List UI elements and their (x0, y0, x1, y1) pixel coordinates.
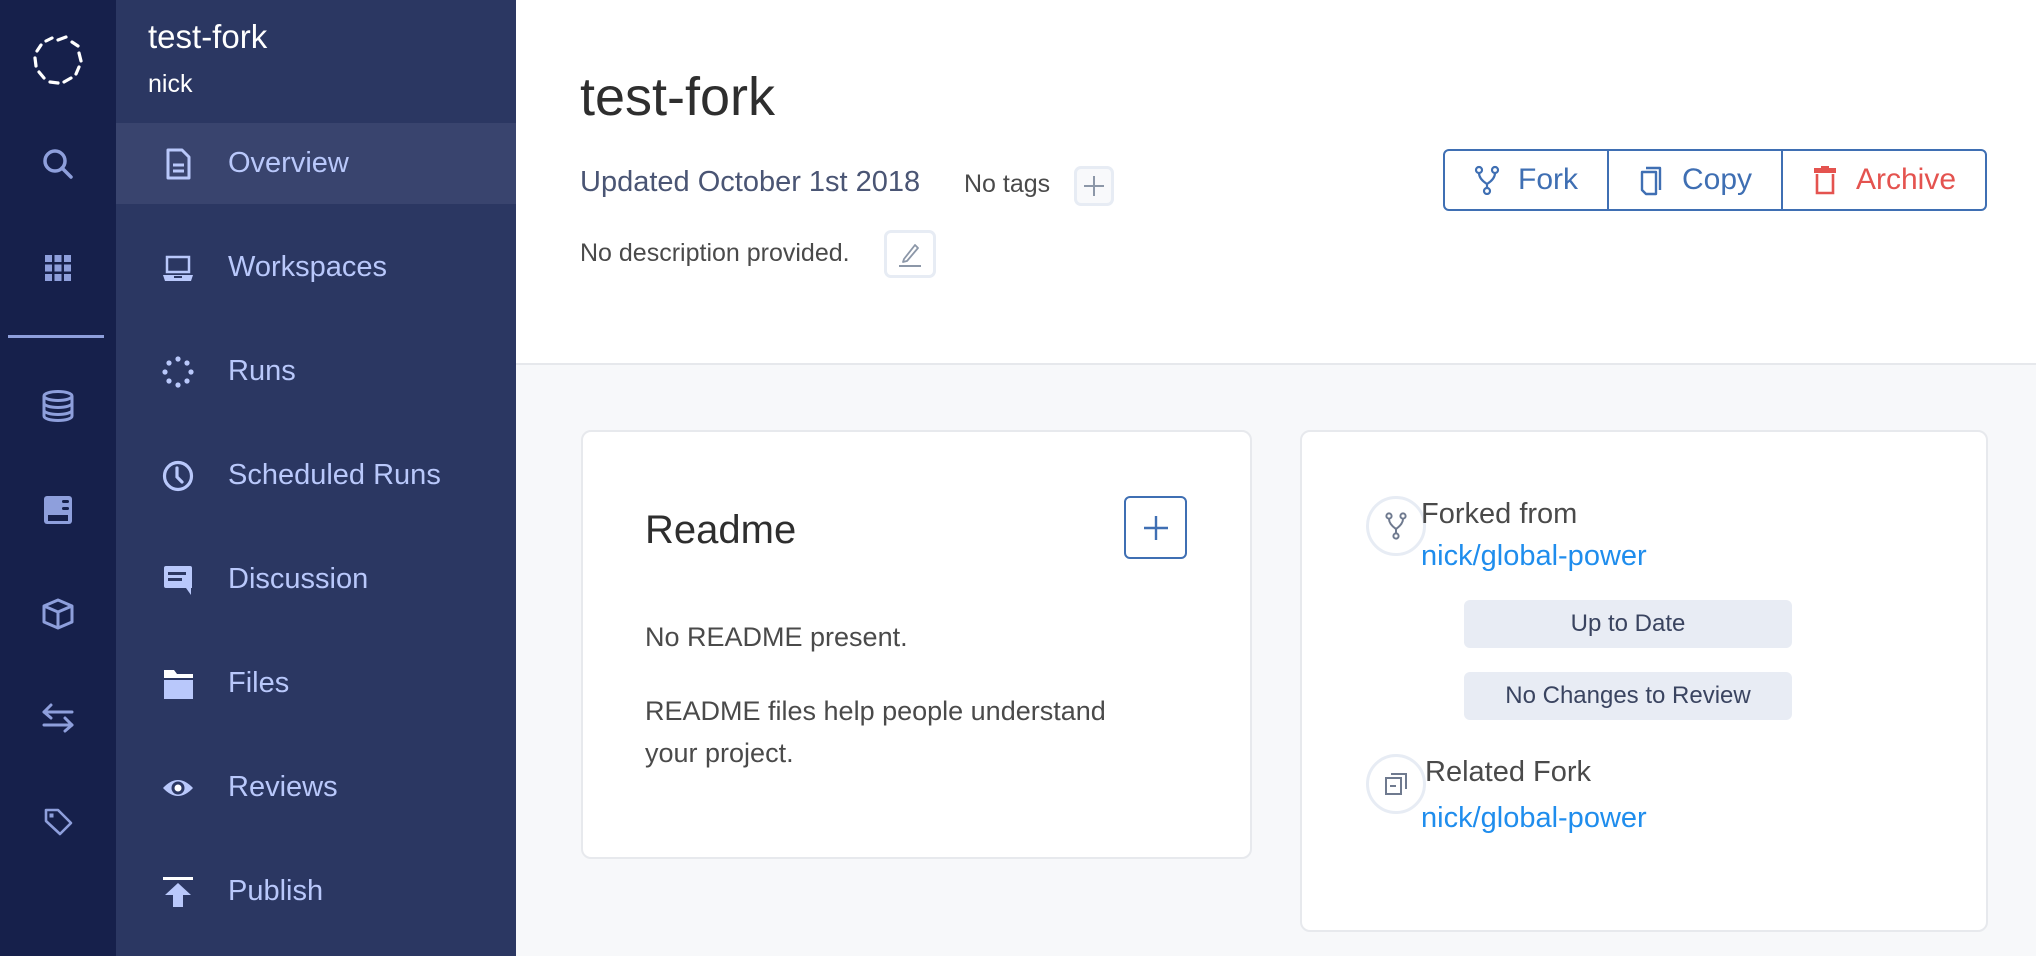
chat-bubble-icon (160, 562, 196, 598)
related-copies-icon (1385, 773, 1407, 795)
sidebar-project-name[interactable]: test-fork (148, 18, 267, 56)
fork-button[interactable]: Fork (1445, 151, 1607, 209)
database-icon (42, 390, 74, 423)
rail-apps-button[interactable] (0, 238, 116, 298)
copy-button-label: Copy (1681, 163, 1753, 196)
related-fork-badge (1366, 754, 1426, 814)
rail-environments-button[interactable] (0, 480, 116, 540)
cube-icon (42, 598, 74, 630)
laptop-icon (160, 250, 196, 286)
tag-icon (44, 808, 73, 836)
brand-logo[interactable] (0, 30, 116, 90)
server-panel-icon (44, 496, 72, 524)
folder-icon (160, 666, 196, 702)
rail-search-button[interactable] (0, 134, 116, 194)
project-header: test-fork Updated October 1st 2018 No ta… (516, 0, 2036, 365)
fork-info-card: Forked from nick/global-power Up to Date… (1300, 430, 1988, 932)
sidebar-item-label: Discussion (228, 563, 369, 595)
upload-icon (160, 874, 196, 910)
trash-icon (1813, 166, 1836, 195)
page-title: test-fork (580, 67, 776, 127)
updated-date: Updated October 1st 2018 (580, 166, 921, 198)
icon-rail (0, 0, 116, 956)
sidebar-item-label: Runs (228, 355, 296, 387)
rail-models-button[interactable] (0, 584, 116, 644)
sidebar-item-label: Publish (228, 875, 324, 907)
fork-button-label: Fork (1518, 163, 1578, 196)
search-icon (43, 149, 73, 179)
up-to-date-button[interactable]: Up to Date (1464, 600, 1792, 648)
edit-description-button[interactable] (884, 230, 936, 278)
sidebar-item-reviews[interactable]: Reviews (116, 747, 516, 828)
readme-help-text: README files help people understand your… (645, 696, 1106, 768)
rail-tags-button[interactable] (0, 792, 116, 852)
archive-button[interactable]: Archive (1781, 151, 1985, 209)
copy-icon (1640, 166, 1662, 196)
forked-from-label: Forked from (1421, 498, 1578, 530)
spinner-dots-icon (160, 354, 196, 390)
description-text: No description provided. (580, 239, 850, 267)
rail-data-button[interactable] (0, 376, 116, 436)
eye-icon (160, 770, 196, 806)
sidebar-item-label: Files (228, 667, 290, 699)
sidebar-item-label: Scheduled Runs (228, 459, 441, 491)
sidebar-item-publish[interactable]: Publish (116, 851, 516, 932)
sidebar-item-scheduled-runs[interactable]: Scheduled Runs (116, 435, 516, 516)
swap-arrows-icon (42, 703, 74, 733)
forked-from-badge (1366, 496, 1426, 556)
sidebar-item-label: Workspaces (228, 251, 388, 283)
project-sidebar: test-fork nick Overview Workspaces Runs … (116, 0, 516, 956)
readme-empty-text: No README present. (645, 622, 908, 652)
plus-icon (1084, 176, 1104, 196)
readme-title: Readme (645, 508, 797, 552)
sidebar-item-label: Reviews (228, 771, 338, 803)
plus-icon (1143, 515, 1168, 540)
grid-icon (45, 255, 71, 281)
no-changes-to-review-button[interactable]: No Changes to Review (1464, 672, 1792, 720)
sidebar-item-overview[interactable]: Overview (116, 123, 516, 204)
pencil-icon (899, 244, 921, 267)
add-tag-button[interactable] (1074, 166, 1114, 206)
clock-icon (160, 458, 196, 494)
project-actions: Fork Copy Archive (1443, 149, 1987, 211)
add-readme-button[interactable] (1124, 496, 1187, 559)
rail-exchange-button[interactable] (0, 688, 116, 748)
archive-button-label: Archive (1855, 163, 1957, 196)
main-content: test-fork Updated October 1st 2018 No ta… (516, 0, 2036, 956)
sidebar-item-workspaces[interactable]: Workspaces (116, 227, 516, 308)
sidebar-item-discussion[interactable]: Discussion (116, 539, 516, 620)
sidebar-item-runs[interactable]: Runs (116, 331, 516, 412)
sidebar-item-label: Overview (228, 147, 349, 179)
forked-from-link[interactable]: nick/global-power (1421, 540, 1647, 573)
document-icon (160, 146, 196, 182)
related-fork-link[interactable]: nick/global-power (1421, 802, 1647, 835)
readme-card: Readme No README present. README files h… (581, 430, 1252, 859)
sidebar-item-files[interactable]: Files (116, 643, 516, 724)
fork-icon (1385, 512, 1407, 540)
tags-text: No tags (964, 170, 1051, 198)
sidebar-project-owner[interactable]: nick (148, 70, 192, 99)
rail-divider (8, 335, 104, 338)
related-fork-label: Related Fork (1425, 756, 1592, 788)
brand-logo-icon (33, 35, 83, 85)
fork-icon (1474, 165, 1500, 195)
copy-button[interactable]: Copy (1607, 151, 1781, 209)
